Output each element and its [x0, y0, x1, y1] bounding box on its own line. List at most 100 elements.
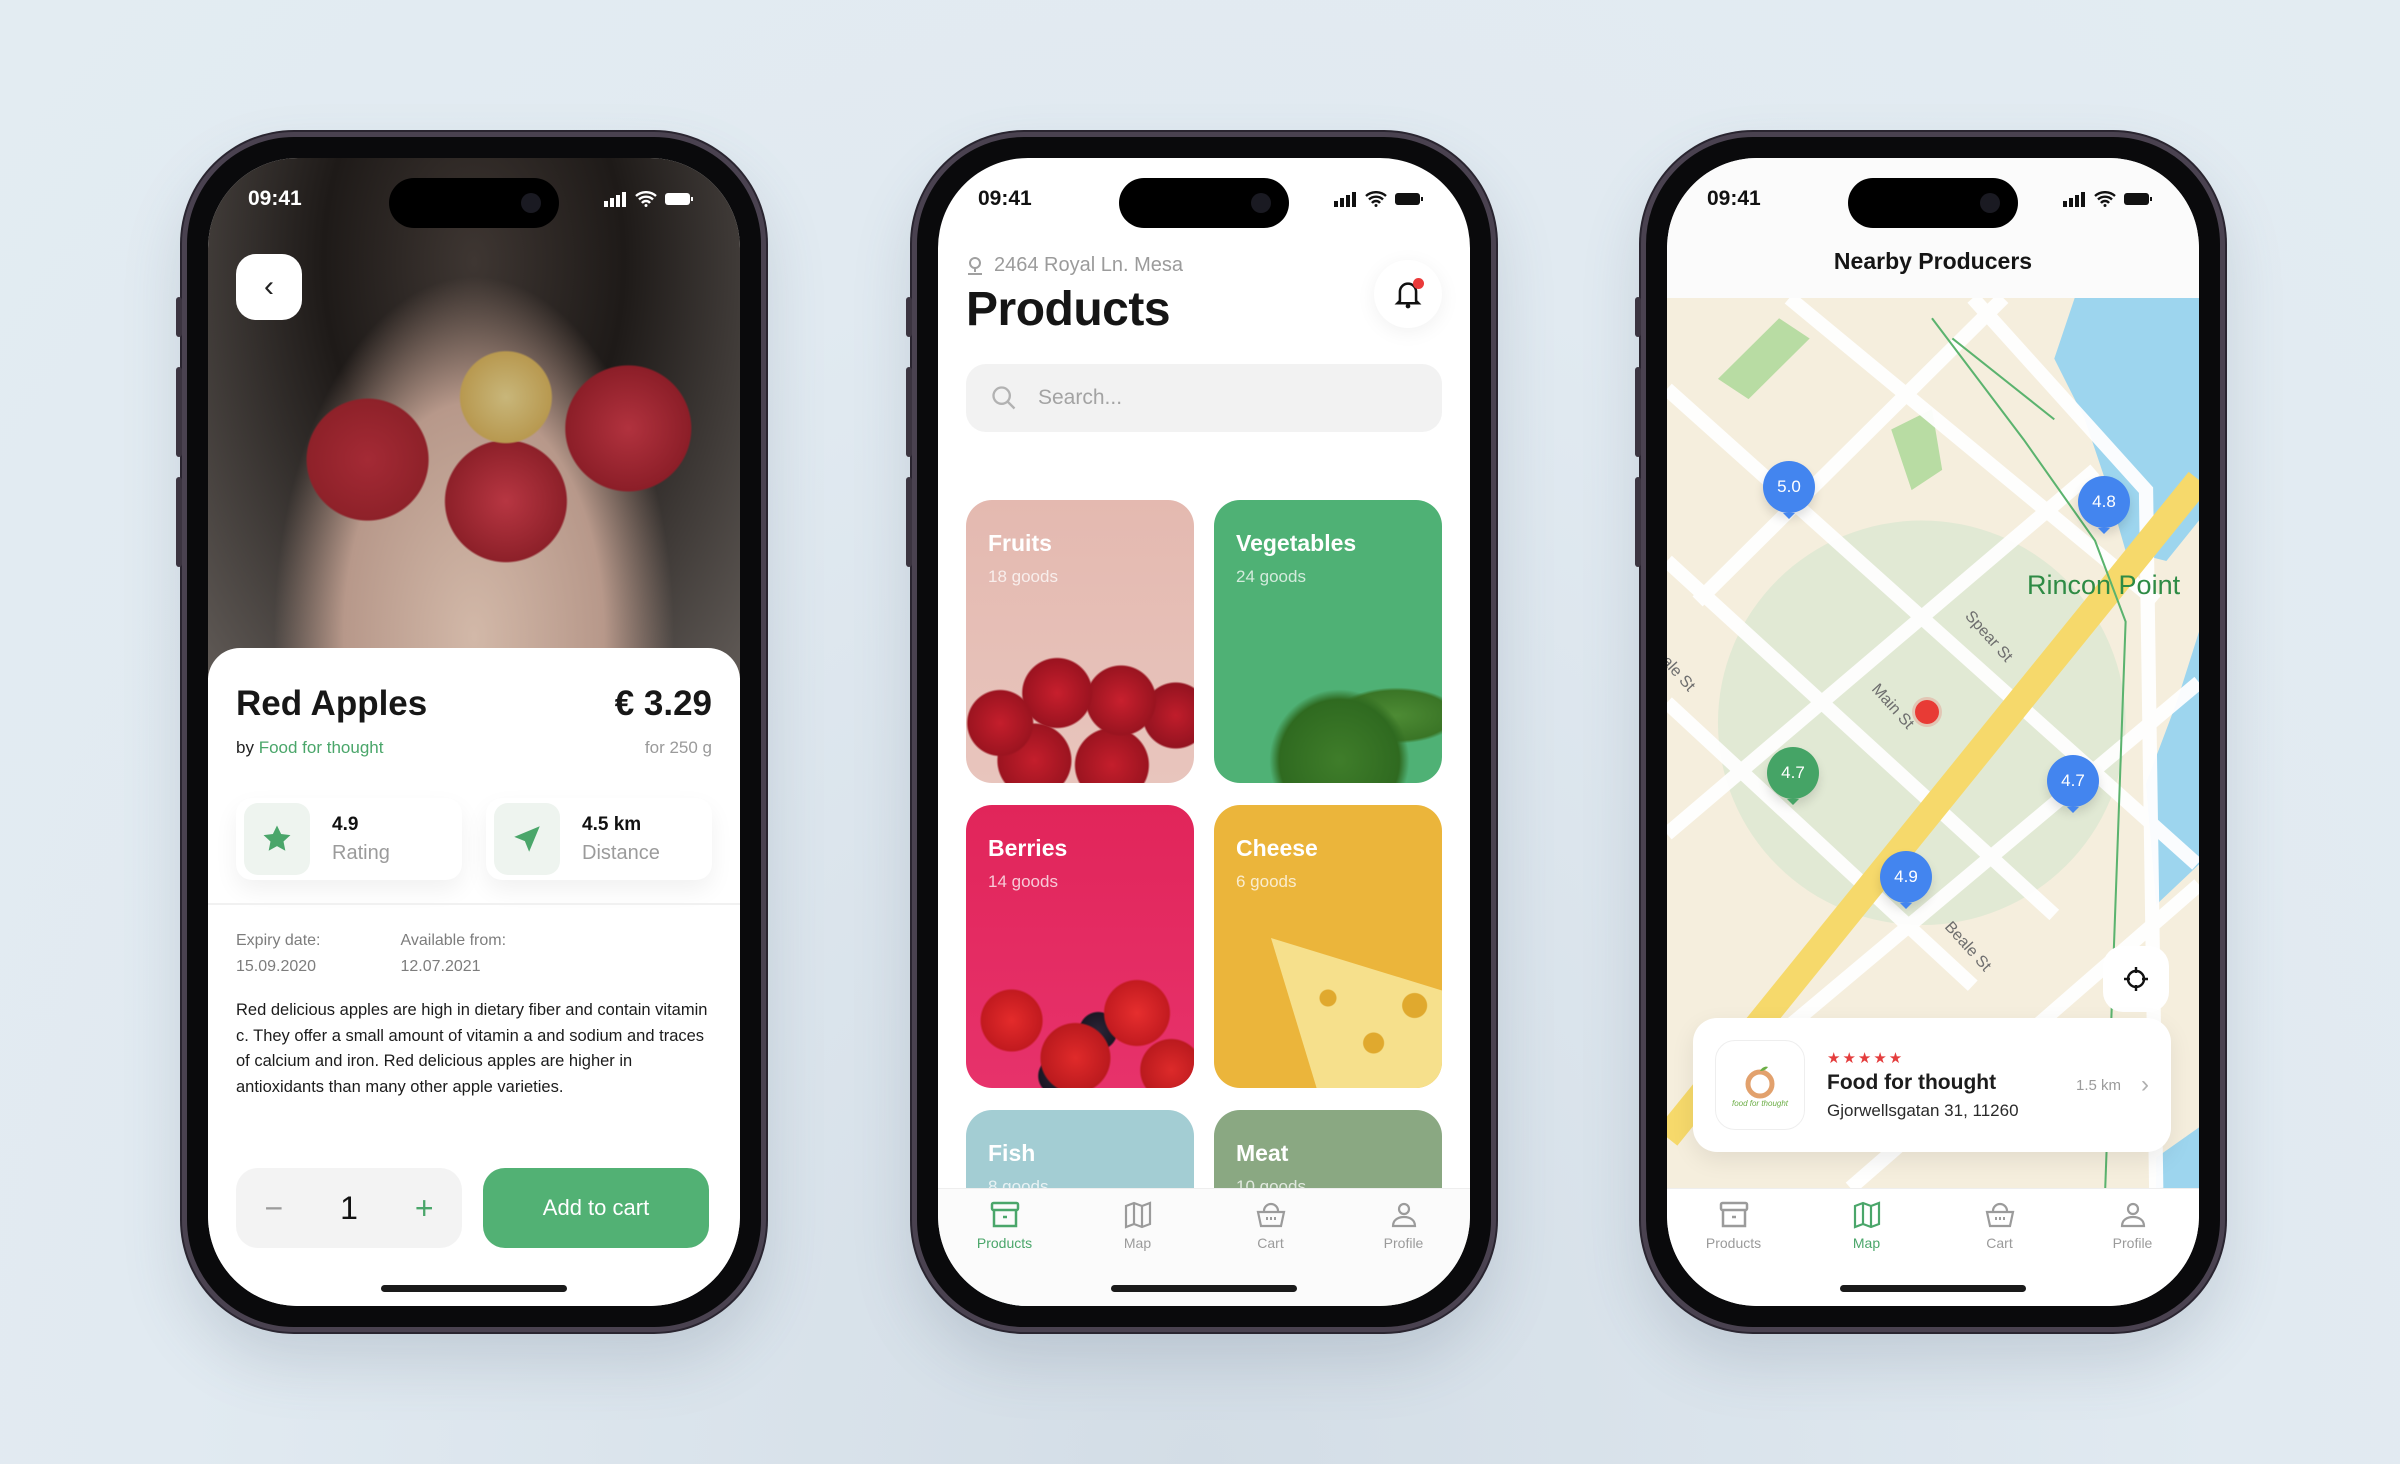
volume-down-button — [176, 477, 182, 567]
map-icon — [1124, 1201, 1151, 1229]
dynamic-island — [1848, 178, 2018, 228]
producer-pin[interactable]: 5.0 — [1763, 461, 1815, 513]
dynamic-island — [1119, 178, 1289, 228]
map-view[interactable]: 5.0 4.8 4.7 4.7 4.9 Rincon Point Spear S… — [1667, 298, 2199, 1188]
increment-button[interactable]: + — [415, 1190, 434, 1227]
category-name: Fish — [988, 1140, 1036, 1166]
category-card-vegetables[interactable]: Vegetables 24 goods — [1214, 500, 1442, 783]
dynamic-island — [389, 178, 559, 228]
status-time: 09:41 — [248, 187, 302, 210]
phone-product-detail: 09:41 ‹ Red Apples € 3.29 by Food for th… — [176, 132, 766, 1332]
by-prefix: by — [236, 738, 254, 757]
unit-label: for 250 g — [644, 738, 712, 757]
distance-value: 4.5 km — [582, 813, 642, 835]
search-input[interactable] — [1038, 386, 1338, 410]
category-card-cheese[interactable]: Cheese 6 goods — [1214, 805, 1442, 1088]
rating-value: 4.9 — [332, 813, 359, 835]
wifi-icon — [2094, 191, 2116, 207]
locate-me-button[interactable] — [2103, 946, 2169, 1012]
battery-icon — [1395, 193, 1423, 205]
chevron-right-icon: › — [2141, 1071, 2149, 1098]
tab-profile[interactable]: Profile — [1354, 1201, 1454, 1306]
producer-name: Food for thought — [1827, 1071, 1997, 1094]
star-icon — [263, 825, 291, 851]
tab-label: Products — [1705, 1235, 1762, 1251]
volume-up-button — [176, 367, 182, 457]
tab-products[interactable]: Products — [1684, 1201, 1784, 1306]
add-to-cart-button[interactable]: Add to cart — [483, 1168, 709, 1248]
search-icon — [992, 386, 1016, 410]
box-icon — [990, 1201, 1019, 1228]
tab-label: Profile — [1383, 1235, 1424, 1251]
producer-card[interactable]: food for thought ★★★★★ Food for thought … — [1693, 1018, 2171, 1152]
category-count: 14 goods — [988, 872, 1058, 891]
battery-icon — [665, 193, 693, 205]
category-card-berries[interactable]: Berries 14 goods — [966, 805, 1194, 1088]
rating-label: Rating — [332, 841, 390, 864]
expiry-label: Expiry date: — [236, 932, 321, 949]
producer-address: Gjorwellsgatan 31, 11260 — [1827, 1101, 2019, 1120]
tab-label: Map — [1852, 1235, 1881, 1251]
product-detail-card: Red Apples € 3.29 by Food for thought fo… — [208, 648, 740, 1306]
signal-icon — [604, 192, 626, 207]
mute-switch — [176, 297, 182, 337]
expiry-value: 15.09.2020 — [236, 958, 317, 975]
orange-logo-icon — [1745, 1066, 1775, 1098]
back-button[interactable]: ‹ — [236, 254, 302, 320]
crosshair-icon — [2124, 967, 2148, 991]
producer-pin[interactable]: 4.9 — [1880, 851, 1932, 903]
available-value: 12.07.2021 — [400, 958, 481, 975]
volume-down-button — [1635, 477, 1641, 567]
battery-icon — [2124, 193, 2152, 205]
home-indicator — [1111, 1285, 1297, 1292]
basket-icon — [1985, 1202, 2014, 1228]
signal-icon — [2063, 192, 2085, 207]
producer-pin[interactable]: 4.7 — [2047, 755, 2099, 807]
producer-pin-selected[interactable]: 4.7 — [1767, 747, 1819, 799]
product-description: Red delicious apples are high in dietary… — [236, 1001, 708, 1096]
tab-profile[interactable]: Profile — [2083, 1201, 2183, 1306]
mute-switch — [1635, 297, 1641, 337]
notification-badge — [1413, 278, 1424, 289]
screen: 09:41 ‹ Red Apples € 3.29 by Food for th… — [208, 158, 740, 1306]
tab-products[interactable]: Products — [955, 1201, 1055, 1306]
category-name: Fruits — [988, 530, 1052, 556]
quantity-value: 1 — [340, 1189, 358, 1226]
rating-stat: 4.9 Rating — [236, 798, 462, 880]
logo-text: food for thought — [1731, 1098, 1789, 1108]
signal-icon — [1334, 192, 1356, 207]
volume-down-button — [906, 477, 912, 567]
cheese-image — [1271, 938, 1442, 1088]
notifications-button[interactable] — [1374, 260, 1442, 328]
berries-image — [966, 938, 1194, 1088]
mute-switch — [906, 297, 912, 337]
location[interactable]: 2464 Royal Ln. Mesa — [966, 254, 1183, 277]
basket-icon — [1256, 1202, 1285, 1228]
producer-logo: food for thought — [1715, 1040, 1805, 1130]
quantity-stepper: − 1 + — [236, 1168, 462, 1248]
divider — [208, 903, 740, 905]
screen: 09:41 2464 Royal Ln. Mesa Products Fruit… — [938, 158, 1470, 1306]
category-name: Vegetables — [1236, 530, 1357, 556]
user-icon — [2120, 1202, 2145, 1228]
location-pin-icon — [968, 256, 982, 275]
decrement-button[interactable]: − — [264, 1190, 283, 1227]
status-time: 09:41 — [1707, 187, 1761, 210]
wifi-icon — [1365, 191, 1387, 207]
home-indicator — [381, 1285, 567, 1292]
product-hero-image — [208, 158, 740, 678]
map-icon — [1853, 1201, 1880, 1229]
tab-label: Cart — [1257, 1235, 1284, 1251]
category-card-fruits[interactable]: Fruits 18 goods — [966, 500, 1194, 783]
producer-link[interactable]: Food for thought — [259, 738, 384, 757]
category-count: 18 goods — [988, 567, 1058, 586]
page-title: Products — [966, 283, 1171, 336]
category-count: 24 goods — [1236, 567, 1306, 586]
wifi-icon — [635, 191, 657, 207]
producer-pin[interactable]: 4.8 — [2078, 476, 2130, 528]
apples-image — [966, 633, 1194, 783]
current-location-marker — [1915, 700, 1939, 724]
navigation-arrow-icon — [514, 826, 540, 852]
tab-label: Cart — [1986, 1235, 2013, 1251]
volume-up-button — [906, 367, 912, 457]
